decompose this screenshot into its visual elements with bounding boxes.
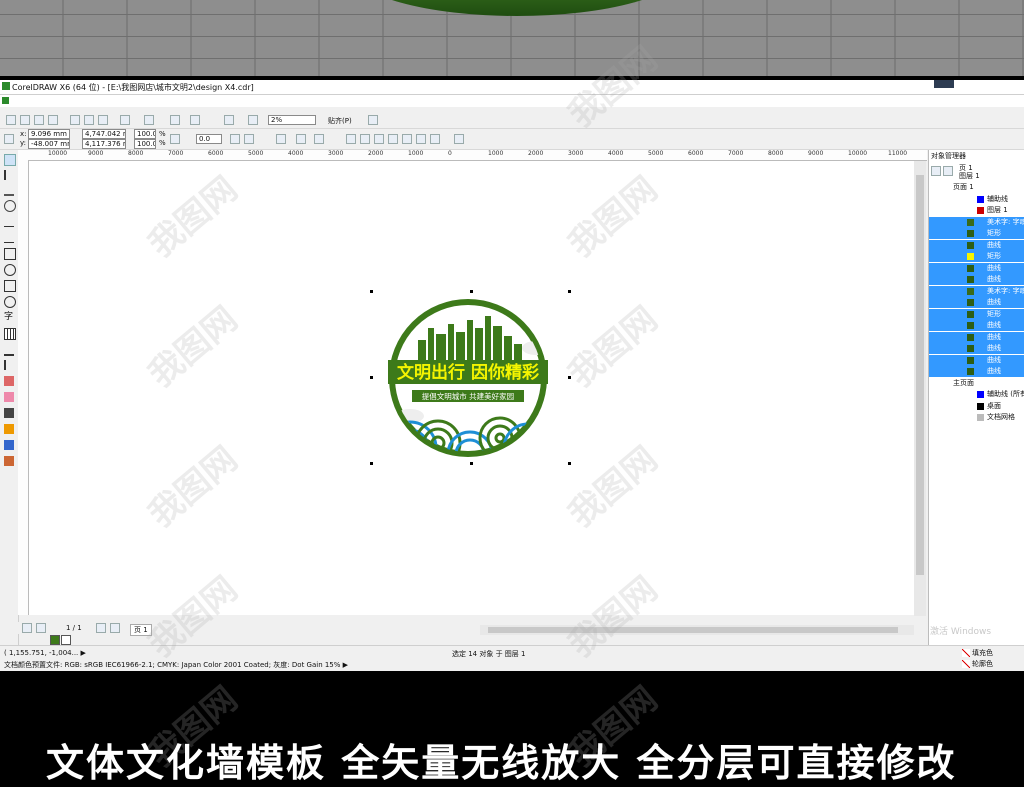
- watermark-layer: 我图网 我图网 我图网 我图网 我图网 我图网 我图网 我图网 我图网 我图网 我图网: [0, 0, 1024, 768]
- promo-caption: 文体文化墙模板 全矢量无线放大 全分层可直接修改: [46, 741, 957, 785]
- watermark-text: 我图网: [141, 439, 246, 536]
- watermark-text: 我图网: [561, 569, 666, 666]
- watermark-text: 我图网: [561, 299, 666, 396]
- watermark-text: 我图网: [561, 439, 666, 536]
- watermark-text: 我图网: [561, 39, 666, 136]
- watermark-text: 我图网: [141, 169, 246, 266]
- watermark-text: 我图网: [141, 569, 246, 666]
- windows-activation-notice: 激活 Windows: [930, 627, 992, 637]
- watermark-text: 我图网: [141, 299, 246, 396]
- watermark-text: 我图网: [561, 169, 666, 266]
- caption-band: 文体文化墙模板 全矢量无线放大 全分层可直接修改: [0, 670, 1024, 785]
